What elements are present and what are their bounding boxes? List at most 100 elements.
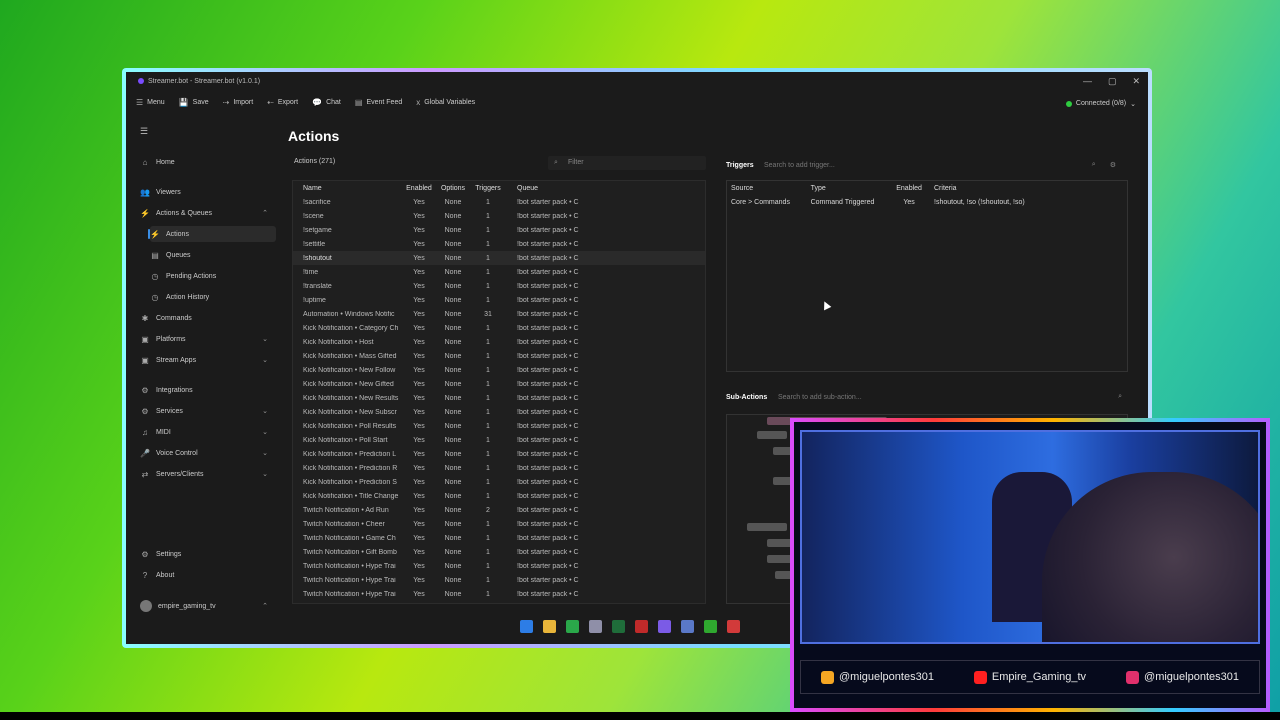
- settings-icon[interactable]: ⚙: [1110, 161, 1116, 169]
- chat-button[interactable]: 💬 Chat: [312, 98, 341, 107]
- tree-item[interactable]: [747, 523, 787, 531]
- minimize-icon[interactable]: —: [1083, 76, 1092, 87]
- column-enabled[interactable]: Enabled: [890, 185, 928, 192]
- table-row[interactable]: Twitch Notification • Cheer Yes None 1 !bot …: [293, 517, 705, 531]
- table-row[interactable]: Twitch Notification • Hype Trai Yes None 1!…: [293, 573, 705, 587]
- sidebar-item-queues[interactable]: ▤ Queues: [150, 247, 276, 263]
- action-enabled: Yes: [413, 408, 425, 416]
- action-name: !shoutout: [303, 254, 332, 262]
- table-row[interactable]: Kick Notification • Host Yes None 1 !bot sta…: [293, 335, 705, 349]
- subaction-search-input[interactable]: Search to add sub-action...: [778, 394, 1118, 401]
- play-icon[interactable]: [704, 620, 717, 633]
- sidebar-item-action-history[interactable]: ◷ Action History: [150, 289, 276, 305]
- table-row[interactable]: Kick Notification • New Gifted Yes None 1 !b…: [293, 377, 705, 391]
- terminal-icon[interactable]: [612, 620, 625, 633]
- column-criteria[interactable]: Criteria: [928, 185, 1127, 192]
- table-row[interactable]: !translate Yes None 1 !bot starter pack • C: [293, 279, 705, 293]
- column-name[interactable]: Name: [303, 185, 403, 192]
- column-triggers[interactable]: Triggers: [471, 185, 505, 192]
- services-icon: ⚙: [141, 406, 149, 416]
- sidebar-item-label: Platforms: [156, 335, 186, 343]
- app-icon[interactable]: [589, 620, 602, 633]
- table-row[interactable]: Twitch Notification • Gift Bomb Yes None 1!…: [293, 545, 705, 559]
- table-row[interactable]: Kick Notification • Title Change Yes None 1…: [293, 489, 705, 503]
- discord-icon[interactable]: [658, 620, 671, 633]
- connection-status[interactable]: Connected (0/8) ⌄: [1065, 100, 1136, 108]
- sidebar-item-servers-clients[interactable]: ⇄ Servers/Clients ⌄: [140, 466, 274, 482]
- menu-button[interactable]: ☰ Menu: [136, 98, 165, 107]
- action-queue: !bot starter pack • C: [517, 324, 579, 332]
- close-icon[interactable]: ✕: [1132, 76, 1140, 87]
- streamerbot-icon[interactable]: [681, 620, 694, 633]
- sidebar-item-commands[interactable]: ✱ Commands: [140, 310, 274, 326]
- global-variables-button[interactable]: x Global Variables: [416, 98, 475, 107]
- table-row[interactable]: !time Yes None 1 !bot starter pack • C: [293, 265, 705, 279]
- column-queue[interactable]: Queue: [505, 185, 655, 192]
- chrome-icon[interactable]: [727, 620, 740, 633]
- window-title: Streamer.bot - Streamer.bot (v1.0.1): [148, 77, 261, 85]
- table-row[interactable]: Core > Commands Command Triggered Yes !s…: [727, 195, 1127, 209]
- export-button[interactable]: ⇠ Export: [267, 98, 298, 107]
- action-queue: !bot starter pack • C: [517, 408, 579, 416]
- sidebar-item-midi[interactable]: ♫ MIDI ⌄: [140, 424, 274, 440]
- sidebar-item-integrations[interactable]: ⚙ Integrations: [140, 382, 274, 398]
- column-type[interactable]: Type: [811, 185, 891, 192]
- table-row[interactable]: Kick Notification • New Subscr Yes None 1 !b…: [293, 405, 705, 419]
- event-feed-button[interactable]: ▤ Event Feed: [355, 98, 402, 107]
- search-icon[interactable]: ⌕: [1118, 393, 1122, 401]
- table-row[interactable]: !scene Yes None 1 !bot starter pack • C: [293, 209, 705, 223]
- hamburger-icon[interactable]: ☰: [140, 126, 148, 137]
- sidebar-item-label: MIDI: [156, 428, 171, 436]
- chevron-icon: ⌃: [262, 603, 268, 610]
- trigger-search-input[interactable]: Search to add trigger...: [764, 162, 1092, 169]
- obs-icon[interactable]: [635, 620, 648, 633]
- sidebar-item-home[interactable]: ⌂ Home: [140, 154, 274, 170]
- action-enabled: Yes: [413, 506, 425, 514]
- table-row[interactable]: !sacrifice Yes None 1 !bot starter pack • C: [293, 195, 705, 209]
- search-icon[interactable]: ⌕: [1092, 161, 1096, 169]
- sidebar-item-services[interactable]: ⚙ Services ⌄: [140, 403, 274, 419]
- column-options[interactable]: Options: [435, 185, 471, 192]
- table-row[interactable]: Twitch Notification • Hype Trai Yes None 1!…: [293, 587, 705, 601]
- table-row[interactable]: Kick Notification • Poll Start Yes None 1 !b…: [293, 433, 705, 447]
- table-row[interactable]: Kick Notification • Category Ch Yes None 1!…: [293, 321, 705, 335]
- table-row[interactable]: Kick Notification • New Results Yes None 1!…: [293, 391, 705, 405]
- table-row[interactable]: Twitch Notification • Hype Trai Yes None 1!…: [293, 559, 705, 573]
- sidebar-item-about[interactable]: ? About: [140, 567, 274, 583]
- tree-item[interactable]: [757, 431, 787, 439]
- xbox-icon[interactable]: [566, 620, 579, 633]
- maximize-icon[interactable]: ▢: [1108, 76, 1117, 87]
- sidebar-item-viewers[interactable]: 👥 Viewers: [140, 184, 274, 200]
- table-row[interactable]: !shoutout Yes None 1 !bot starter pack • C: [293, 251, 705, 265]
- subactions-header: Sub-Actions Search to add sub-action... …: [726, 390, 1130, 404]
- table-row[interactable]: Automation • Windows Notific Yes None 31 !bo…: [293, 307, 705, 321]
- table-row[interactable]: Twitch Notification • Game Ch Yes None 1 !bo…: [293, 531, 705, 545]
- table-row[interactable]: Kick Notification • Mass Gifted Yes None 1!…: [293, 349, 705, 363]
- column-enabled[interactable]: Enabled: [403, 185, 435, 192]
- sidebar-item-settings[interactable]: ⚙ Settings: [140, 546, 274, 562]
- table-row[interactable]: Twitch Notification • Ad Run Yes None 2 !bot…: [293, 503, 705, 517]
- sidebar-user[interactable]: empire_gaming_tv ⌃: [140, 598, 274, 614]
- sidebar-item-platforms[interactable]: ▣ Platforms ⌄: [140, 331, 274, 347]
- actions-table-header: Name Enabled Options Triggers Queue: [293, 181, 705, 195]
- table-row[interactable]: Kick Notification • Prediction R Yes None 1…: [293, 461, 705, 475]
- table-row[interactable]: Kick Notification • Prediction S Yes None 1…: [293, 475, 705, 489]
- import-button[interactable]: ⇢ Import: [223, 98, 254, 107]
- table-row[interactable]: !settitle Yes None 1 !bot starter pack • C: [293, 237, 705, 251]
- table-row[interactable]: !uptime Yes None 1 !bot starter pack • C: [293, 293, 705, 307]
- action-enabled: Yes: [413, 268, 425, 276]
- filter-input[interactable]: ⌕ Filter: [548, 156, 706, 170]
- sidebar-item-pending-actions[interactable]: ◷ Pending Actions: [150, 268, 276, 284]
- save-button[interactable]: 💾 Save: [179, 98, 209, 107]
- table-row[interactable]: Kick Notification • New Follow Yes None 1 !b…: [293, 363, 705, 377]
- table-row[interactable]: Kick Notification • Prediction L Yes None 1…: [293, 447, 705, 461]
- table-row[interactable]: !setgame Yes None 1 !bot starter pack • C: [293, 223, 705, 237]
- windows-start-icon[interactable]: [520, 620, 533, 633]
- table-row[interactable]: Kick Notification • Poll Results Yes None 1…: [293, 419, 705, 433]
- file-explorer-icon[interactable]: [543, 620, 556, 633]
- sidebar-item-voice-control[interactable]: 🎤 Voice Control ⌄: [140, 445, 274, 461]
- sidebar-item-actions[interactable]: ⚡ Actions: [148, 226, 276, 242]
- sidebar-item-stream-apps[interactable]: ▣ Stream Apps ⌄: [140, 352, 274, 368]
- sidebar-item-actions-queues[interactable]: ⚡ Actions & Queues ⌃: [140, 205, 274, 221]
- column-source[interactable]: Source: [731, 185, 811, 192]
